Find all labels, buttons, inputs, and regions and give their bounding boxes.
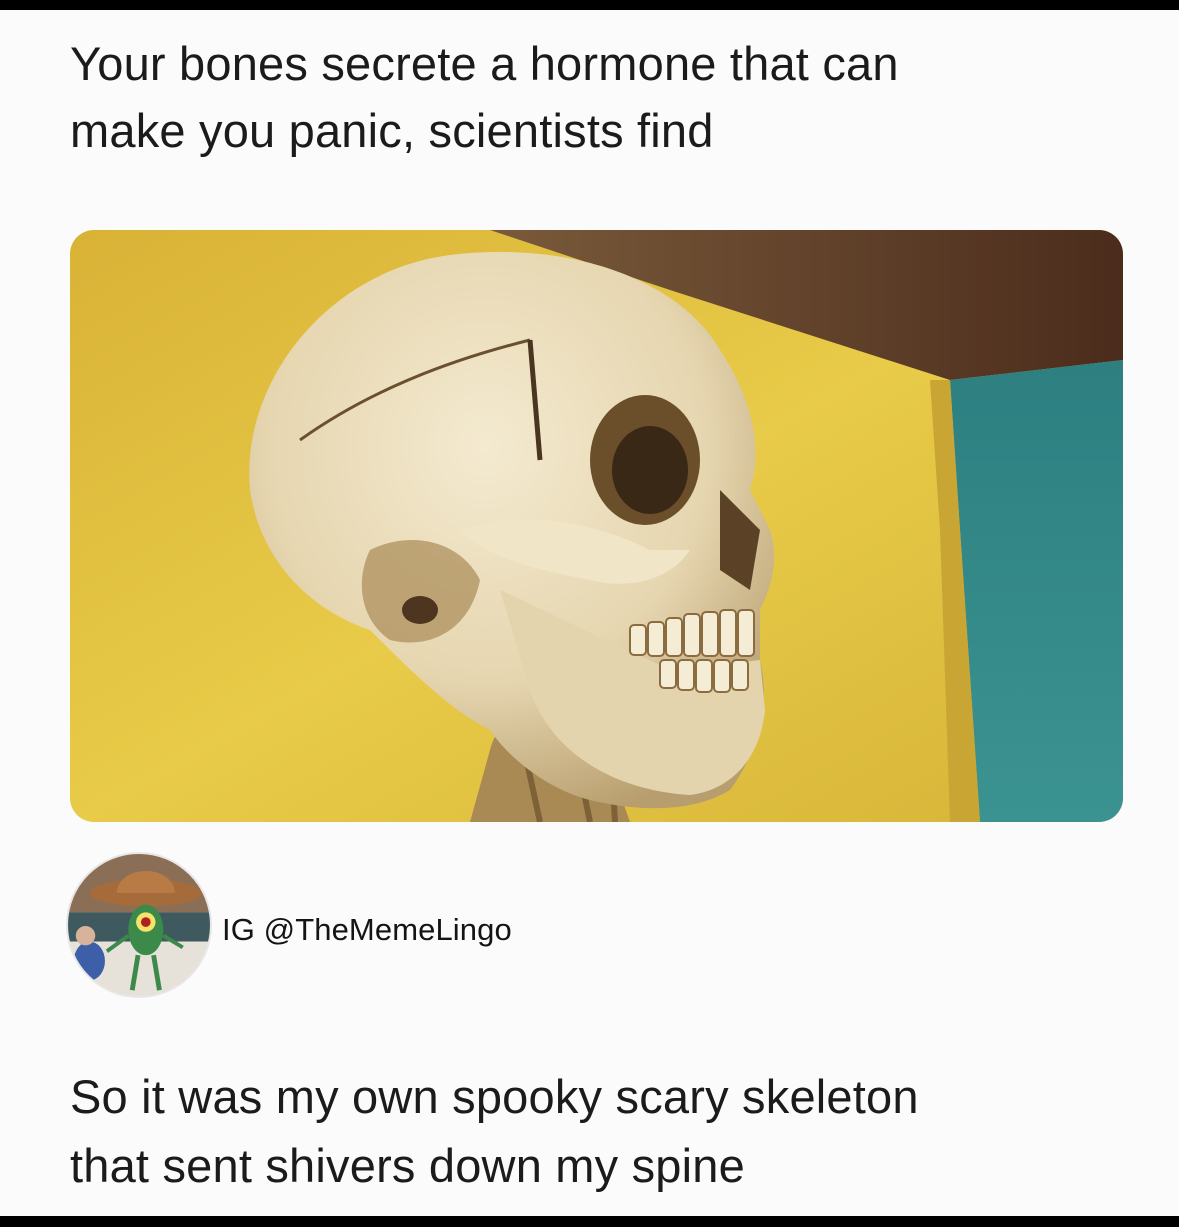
plankton-cowboy-avatar[interactable] <box>66 852 212 998</box>
headline-line-1: Your bones secrete a hormone that can <box>70 37 899 90</box>
headline: Your bones secrete a hormone that can ma… <box>70 30 1110 164</box>
instagram-handle[interactable]: IG @TheMemeLingo <box>222 912 512 948</box>
attribution-row: IG @TheMemeLingo <box>66 840 766 998</box>
avatar-illustration <box>68 854 210 996</box>
skull-photo <box>70 230 1123 822</box>
reply-line-2: that sent shivers down my spine <box>70 1139 745 1192</box>
meme-frame: Your bones secrete a hormone that can ma… <box>0 10 1179 1216</box>
reply-text: So it was my own spooky scary skeleton t… <box>70 1062 1130 1200</box>
headline-line-2: make you panic, scientists find <box>70 104 714 157</box>
reply-line-1: So it was my own spooky scary skeleton <box>70 1070 919 1123</box>
skull-illustration <box>70 230 1123 822</box>
